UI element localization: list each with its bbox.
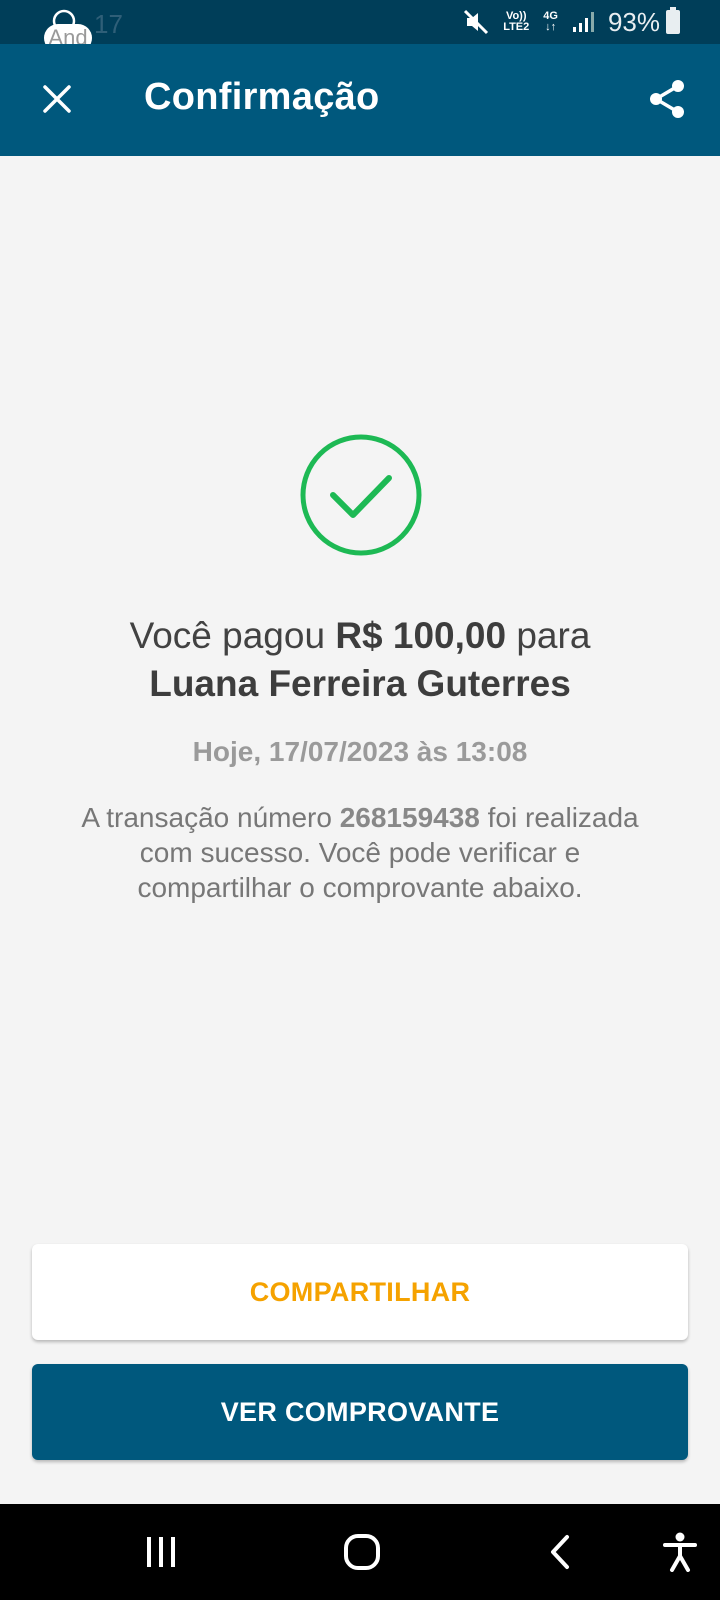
status-left: 17 And xyxy=(44,6,123,52)
close-button[interactable] xyxy=(32,74,82,124)
accessibility-icon xyxy=(663,1532,697,1572)
share-header-button[interactable] xyxy=(640,72,694,126)
view-receipt-button[interactable]: VER COMPROVANTE xyxy=(32,1364,688,1460)
page-title: Confirmação xyxy=(144,76,380,118)
status-time: 17 xyxy=(94,9,123,39)
network-indicator: 4G ↓↑ xyxy=(543,10,558,33)
close-icon xyxy=(43,85,71,113)
mute-icon xyxy=(464,9,489,35)
status-bar: 17 And Vo)) LTE2 4G ↓↑ 93% xyxy=(0,0,720,52)
accessibility-button[interactable] xyxy=(656,1528,704,1576)
recents-icon xyxy=(147,1537,175,1567)
home-icon xyxy=(344,1534,380,1570)
payment-suffix: para xyxy=(506,615,591,656)
check-circle-icon xyxy=(300,434,422,556)
desc-before: A transação número xyxy=(81,802,340,833)
payment-amount: R$ 100,00 xyxy=(335,615,507,656)
back-icon xyxy=(551,1535,569,1569)
signal-icon xyxy=(572,12,594,32)
home-button[interactable] xyxy=(334,1528,390,1576)
battery-icon xyxy=(666,7,680,34)
payment-summary: Você pagou R$ 100,00 para xyxy=(0,612,720,660)
recipient-name: Luana Ferreira Guterres xyxy=(149,663,571,704)
volte-indicator: Vo)) LTE2 xyxy=(503,10,530,33)
system-nav-bar xyxy=(0,1504,720,1600)
app-bar: Confirmação xyxy=(0,44,720,156)
battery-level: 93% xyxy=(607,6,660,37)
status-right: Vo)) LTE2 4G ↓↑ 93% xyxy=(463,6,680,38)
transaction-number: 268159438 xyxy=(339,802,480,833)
payment-datetime: Hoje, 17/07/2023 às 13:08 xyxy=(192,736,528,767)
share-button[interactable]: COMPARTILHAR xyxy=(32,1244,688,1340)
share-icon xyxy=(650,80,684,118)
transaction-description: A transação número 268159438 foi realiza… xyxy=(60,800,660,905)
back-button[interactable] xyxy=(540,1528,580,1576)
recents-button[interactable] xyxy=(136,1528,186,1576)
payment-prefix: Você pagou xyxy=(129,615,336,656)
